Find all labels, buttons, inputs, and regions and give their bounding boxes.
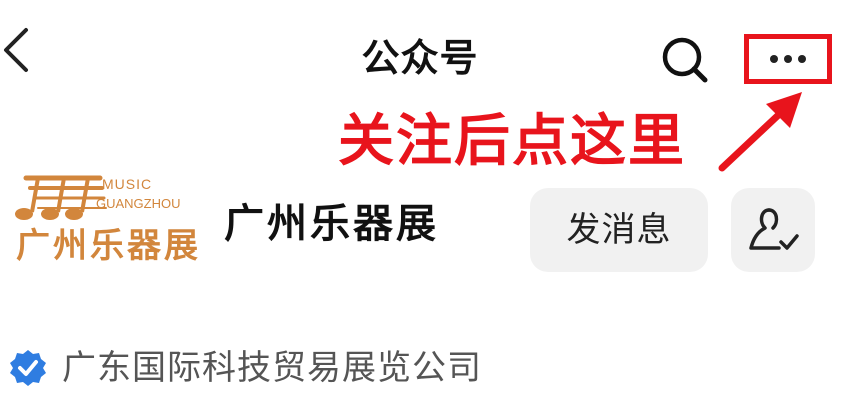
logo-city-text: GUANGZHOU [96,196,181,211]
back-button[interactable] [0,22,40,78]
official-account-profile-screen: 公众号 关注后点这里 MUSIC GUANGZHOU 广州乐器展 广州乐器展 发… [0,0,853,405]
verified-badge-icon [10,350,46,386]
chevron-left-icon [4,28,28,72]
verified-company-name[interactable]: 广东国际科技贸易展览公司 [62,342,482,394]
followed-button[interactable] [731,188,815,272]
search-icon [662,37,708,83]
more-button[interactable] [744,34,832,84]
annotation-text: 关注后点这里 [338,109,686,174]
logo-chinese-text: 广州乐器展 [16,226,201,266]
send-message-button[interactable]: 发消息 [530,188,708,272]
more-horizontal-icon [770,55,806,63]
logo-music-text: MUSIC [102,176,153,192]
user-followed-icon [749,208,799,250]
account-name: 广州乐器展 [224,201,439,247]
search-button[interactable] [657,32,713,88]
page-title: 公众号 [361,36,479,80]
annotation-arrow-icon [718,92,802,172]
